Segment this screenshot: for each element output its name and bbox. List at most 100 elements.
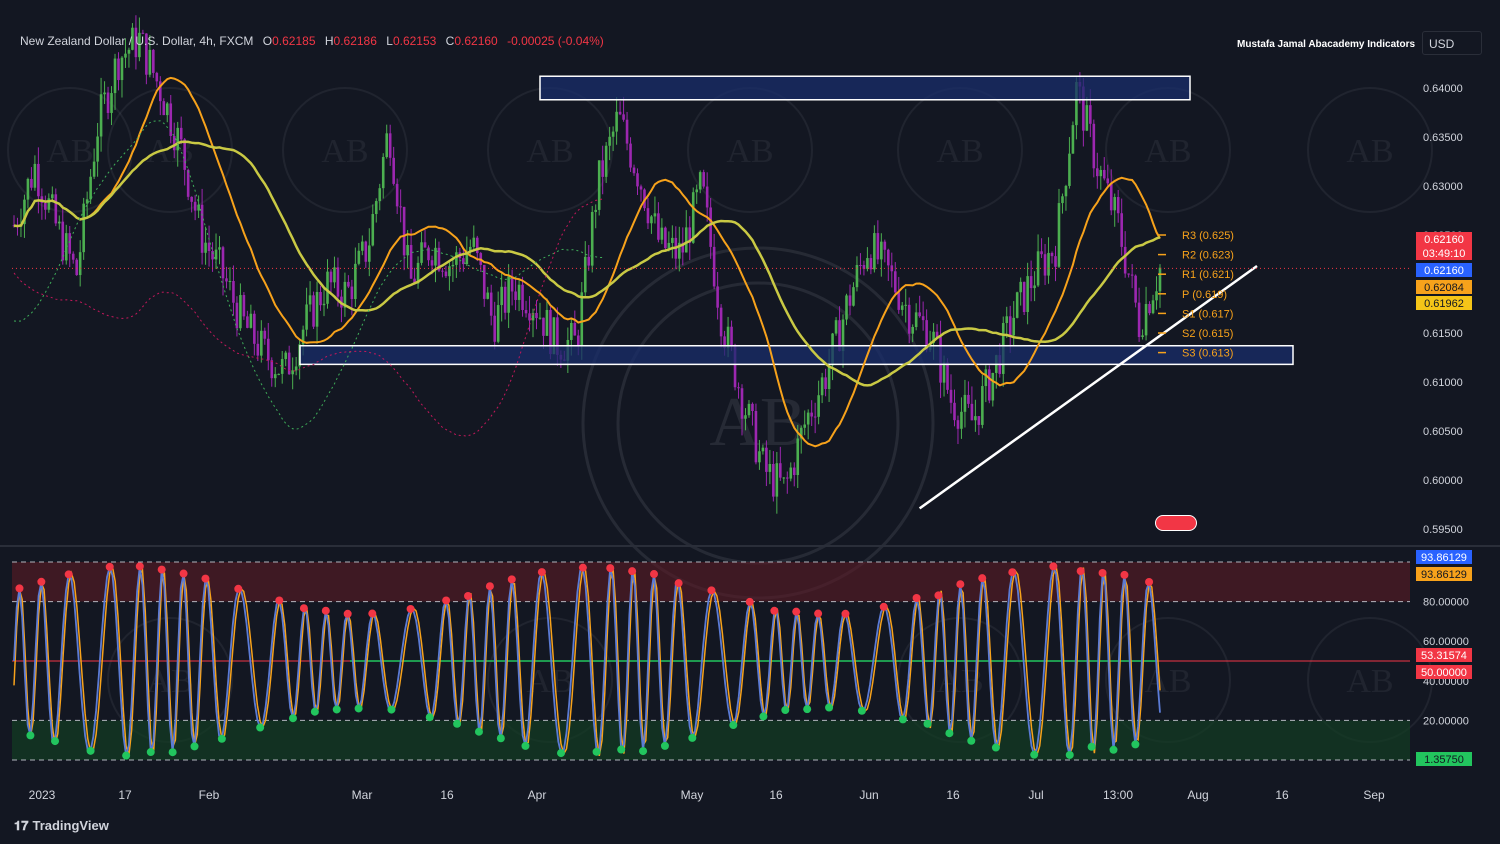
candle-body <box>26 178 30 200</box>
osc-peak-dot <box>464 591 473 600</box>
osc-trough-dot <box>1109 745 1118 754</box>
candle-body <box>270 360 274 379</box>
candle-body <box>242 295 246 317</box>
osc-peak-dot <box>15 584 24 593</box>
candle-body <box>1155 291 1158 301</box>
osc-trough-dot <box>639 747 648 756</box>
candle-body <box>608 136 611 146</box>
candle-body <box>75 259 78 276</box>
candle-body <box>228 281 232 283</box>
high-label: H <box>324 34 334 48</box>
osc-trough-dot <box>217 734 226 743</box>
candle-body <box>737 387 740 389</box>
candle-body <box>1109 183 1113 211</box>
candle-body <box>218 247 221 250</box>
candle-body <box>1061 196 1064 204</box>
candle-body <box>528 313 531 321</box>
candle-body <box>106 92 110 113</box>
osc-peak-dot <box>792 607 801 616</box>
candle-body <box>381 157 385 189</box>
osc-trough-dot <box>592 747 601 756</box>
osc-peak-dot <box>578 563 587 572</box>
candle-body <box>907 304 911 334</box>
ma-fast-tag: 0.62084 <box>1424 282 1464 294</box>
osc-trough-dot <box>474 727 483 736</box>
candle-body <box>176 127 180 151</box>
osc-peak-dot <box>299 604 308 613</box>
chart-canvas[interactable]: AB AB AB AB AB AB AB AB ABAB AB AB AB AB R3 (0.625)… <box>0 0 1500 844</box>
candle-body <box>824 377 827 390</box>
osc-peak-dot <box>650 570 659 579</box>
osc-trough-dot <box>617 745 626 754</box>
candle-body <box>636 173 639 187</box>
candle-body <box>1047 252 1050 276</box>
candle-body <box>1134 275 1137 303</box>
osc-peak-dot <box>934 591 943 600</box>
candle-body <box>827 365 831 390</box>
candle-body <box>260 330 263 356</box>
resistance-zone[interactable] <box>539 75 1191 101</box>
candle-body <box>988 369 991 401</box>
candle-body <box>744 415 747 419</box>
candle-body <box>486 292 490 299</box>
candle-body <box>92 161 96 177</box>
osc-mid-b-tag: 50.00000 <box>1421 667 1467 679</box>
candle-body <box>765 447 768 472</box>
candle-body <box>768 464 772 472</box>
time-axis-label: 16 <box>769 788 783 802</box>
osc-peak-dot <box>406 604 415 613</box>
candle-body <box>650 216 653 224</box>
candle-body <box>758 451 761 463</box>
candle-body <box>1043 254 1047 276</box>
osc-peak-dot <box>179 569 188 578</box>
countdown-tag: 03:49:10 <box>1423 248 1466 260</box>
candle-body <box>284 352 287 360</box>
symbol-name[interactable]: New Zealand Dollar / U.S. Dollar, 4h, FX… <box>20 34 253 48</box>
candle-body <box>364 241 368 262</box>
candle-body <box>430 260 434 266</box>
candle-body <box>266 338 270 361</box>
candle-body <box>89 176 92 200</box>
candle-body <box>859 265 862 267</box>
candle-body <box>336 267 340 297</box>
osc-mid-a-tag: 53.31574 <box>1421 650 1467 662</box>
watermark-ab: AB <box>1346 663 1393 700</box>
candle-body <box>1148 303 1151 314</box>
currency-button[interactable]: USD <box>1422 31 1482 55</box>
candle-body <box>719 307 723 337</box>
candle-body <box>1029 276 1033 289</box>
candle-body <box>232 281 235 303</box>
osc-trough-dot <box>923 719 932 728</box>
candle-body <box>698 172 702 190</box>
pivot-label: R3 (0.625) <box>1182 230 1234 242</box>
candle-body <box>113 58 117 94</box>
candle-body <box>1144 303 1148 336</box>
open-label: O <box>262 34 273 48</box>
overbought-zone <box>12 562 1410 602</box>
session-flags-icon[interactable] <box>1155 515 1197 531</box>
candle-body <box>124 53 127 58</box>
candle-body <box>96 136 99 162</box>
symbol-header[interactable]: New Zealand Dollar / U.S. Dollar, 4h, FX… <box>20 34 604 48</box>
candle-body <box>813 416 817 418</box>
candle-body <box>1085 105 1089 131</box>
candle-body <box>834 320 838 334</box>
candle-body <box>482 264 486 299</box>
candle-body <box>817 395 820 417</box>
candle-body <box>1005 316 1009 324</box>
tradingview-logo[interactable]: 𝟏𝟕 TradingView <box>14 818 109 834</box>
price-tick-label: 0.61000 <box>1423 377 1463 389</box>
osc-peak-dot <box>157 565 166 574</box>
candle-body <box>399 206 402 208</box>
candle-body <box>312 295 315 327</box>
osc-peak-dot <box>507 575 516 584</box>
candle-body <box>68 233 72 254</box>
candle-body <box>99 94 103 137</box>
osc-trough-dot <box>288 714 297 723</box>
candle-body <box>622 114 625 120</box>
osc-peak-dot <box>275 596 284 605</box>
osc-peak-dot <box>814 609 823 618</box>
candle-body <box>246 316 249 328</box>
osc-tick-label: 20.00000 <box>1423 715 1469 727</box>
candle-body <box>186 169 190 197</box>
